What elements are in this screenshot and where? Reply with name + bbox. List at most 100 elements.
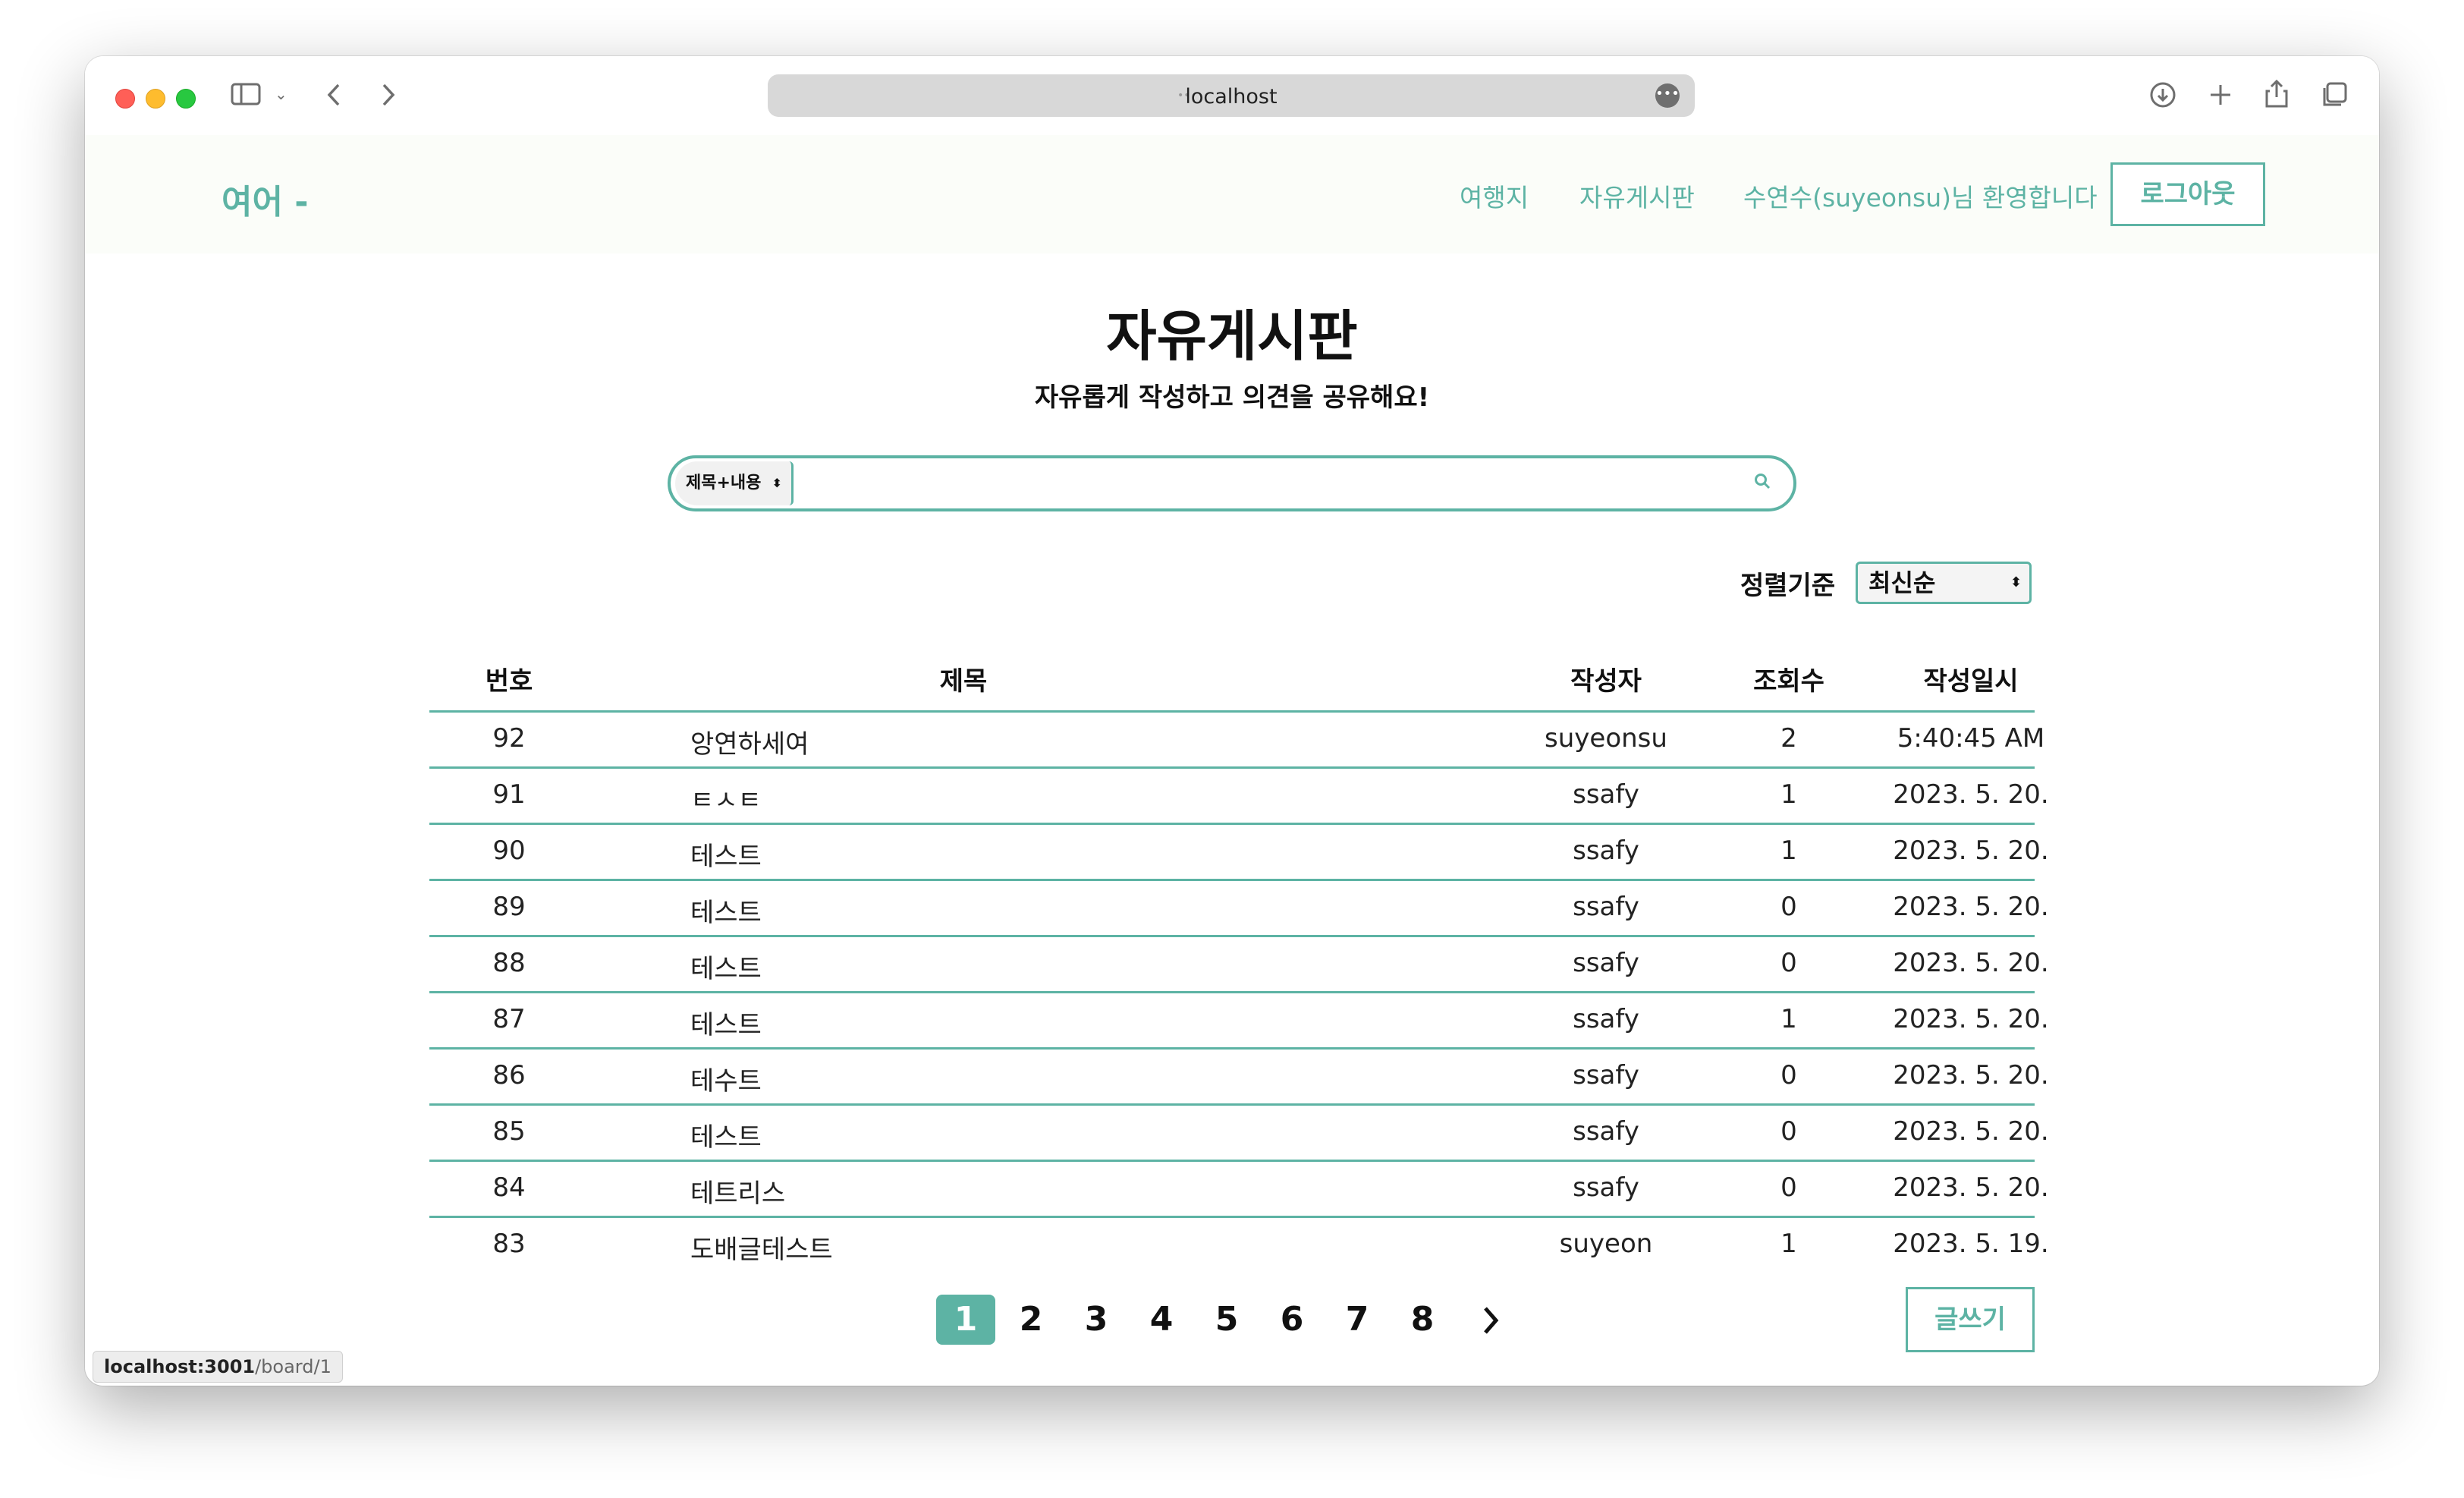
post-author: suyeonsu [1545, 723, 1667, 754]
page-4-button[interactable]: 4 [1132, 1295, 1191, 1345]
search-bar: 제목+내용 ⬍ [668, 455, 1796, 511]
table-header: 번호 제목 작성자 조회수 작성일시 [429, 645, 2035, 713]
post-date: 2023. 5. 19. [1893, 1229, 2049, 1259]
post-number: 83 [492, 1229, 526, 1259]
post-author: ssafy [1573, 1004, 1639, 1034]
page-7-button[interactable]: 7 [1328, 1295, 1387, 1345]
search-icon[interactable] [1754, 472, 1771, 495]
minimize-window-button[interactable] [146, 89, 165, 109]
post-views: 0 [1780, 1060, 1797, 1090]
status-host: localhost:3001 [104, 1356, 256, 1377]
zoom-window-button[interactable] [176, 89, 196, 109]
table-row[interactable]: 85 테스트 ssafy 0 2023. 5. 20. [429, 1106, 2049, 1162]
sort-select[interactable]: 최신순 ⬍ [1856, 562, 2032, 604]
site-logo[interactable]: 여어 - [222, 175, 309, 223]
table-row[interactable]: 88 테스트 ssafy 0 2023. 5. 20. [429, 937, 2049, 993]
welcome-message: 수연수(suyeonsu)님 환영합니다 [1743, 183, 2098, 212]
post-views: 0 [1780, 948, 1797, 978]
page-menu-icon[interactable]: ••• [1655, 83, 1680, 108]
page-6-button[interactable]: 6 [1262, 1295, 1322, 1345]
table-row[interactable]: 83 도배글테스트 suyeon 1 2023. 5. 19. [429, 1218, 2048, 1274]
page-5-button[interactable]: 5 [1197, 1295, 1256, 1345]
address-bar[interactable]: •• localhost ••• [768, 74, 1695, 117]
header-views: 조회수 [1753, 666, 1824, 697]
post-title[interactable]: ㅌㅅㅌ [690, 779, 1449, 817]
status-bar-url: localhost:3001/board/1 [93, 1351, 343, 1383]
post-number: 85 [492, 1116, 526, 1147]
forward-icon[interactable] [379, 82, 398, 110]
back-icon[interactable] [325, 82, 343, 110]
post-date: 2023. 5. 20. [1893, 1116, 2049, 1147]
post-views: 1 [1780, 836, 1797, 866]
post-author: ssafy [1573, 836, 1639, 866]
select-arrows-icon: ⬍ [772, 476, 782, 490]
post-author: ssafy [1573, 1060, 1639, 1090]
download-icon[interactable] [2148, 80, 2177, 112]
write-post-button[interactable]: 글쓰기 [1906, 1287, 2035, 1352]
sort-value: 최신순 [1868, 568, 1936, 597]
post-author: ssafy [1573, 892, 1639, 922]
post-author: ssafy [1573, 948, 1639, 978]
post-date: 2023. 5. 20. [1893, 1060, 2049, 1090]
post-date: 2023. 5. 20. [1893, 892, 2049, 922]
post-title[interactable]: 테스트 [690, 892, 1449, 929]
page-subtitle: 자유롭게 작성하고 의견을 공유해요! [1034, 382, 1430, 413]
tabs-overview-icon[interactable] [2320, 80, 2349, 112]
table-row[interactable]: 86 테수트 ssafy 0 2023. 5. 20. [429, 1050, 2049, 1106]
pagination: 1 2 3 4 5 6 7 8 [85, 1295, 2379, 1348]
next-page-icon[interactable] [1461, 1295, 1520, 1345]
table-row[interactable]: 89 테스트 ssafy 0 2023. 5. 20. [429, 881, 2049, 937]
post-author: ssafy [1573, 1116, 1639, 1147]
search-scope-select[interactable]: 제목+내용 ⬍ [675, 461, 794, 505]
post-title[interactable]: 테트리스 [690, 1172, 1449, 1210]
site-header: 여어 - 여행지 자유게시판 수연수(suyeonsu)님 환영합니다 로그아웃 [85, 135, 2379, 253]
table-row[interactable]: 90 테스트 ssafy 1 2023. 5. 20. [429, 825, 2049, 881]
post-views: 1 [1780, 1004, 1797, 1034]
page-8-button[interactable]: 8 [1393, 1295, 1452, 1345]
post-title[interactable]: 테스트 [690, 1116, 1449, 1153]
post-number: 92 [492, 723, 526, 754]
post-number: 87 [492, 1004, 526, 1034]
post-author: ssafy [1573, 1172, 1639, 1203]
page-title: 자유게시판 [1106, 304, 1358, 368]
post-number: 91 [492, 779, 526, 810]
table-row[interactable]: 92 앙연하세여 suyeonsu 2 5:40:45 AM [429, 713, 2044, 769]
nav-board-link[interactable]: 자유게시판 [1579, 178, 1695, 214]
sidebar-toggle-icon[interactable] [231, 82, 261, 109]
page-1-button[interactable]: 1 [936, 1295, 995, 1345]
post-date: 2023. 5. 20. [1893, 1004, 2049, 1034]
browser-toolbar: ⌄ •• localhost ••• [85, 56, 2379, 135]
header-author: 작성자 [1570, 666, 1642, 697]
page-2-button[interactable]: 2 [1001, 1295, 1061, 1345]
search-input[interactable] [801, 463, 1730, 505]
post-author: ssafy [1573, 779, 1639, 810]
logout-button[interactable]: 로그아웃 [2110, 162, 2265, 226]
table-row[interactable]: 91 ㅌㅅㅌ ssafy 1 2023. 5. 20. [429, 769, 2049, 825]
post-title[interactable]: 테스트 [690, 1004, 1449, 1041]
sort-label: 정렬기준 [1740, 571, 1836, 601]
post-number: 86 [492, 1060, 526, 1090]
browser-window: ⌄ •• localhost ••• 여어 - 여행지 자유게시판 수연수(su… [85, 56, 2379, 1386]
post-title[interactable]: 테수트 [690, 1060, 1449, 1097]
post-number: 90 [492, 836, 526, 866]
table-row[interactable]: 87 테스트 ssafy 1 2023. 5. 20. [429, 993, 2049, 1050]
page-3-button[interactable]: 3 [1067, 1295, 1126, 1345]
post-title[interactable]: 도배글테스트 [690, 1229, 1449, 1266]
post-views: 1 [1780, 1229, 1797, 1259]
post-title[interactable]: 앙연하세여 [690, 723, 1449, 760]
post-date: 2023. 5. 20. [1893, 836, 2049, 866]
post-title[interactable]: 테스트 [690, 836, 1449, 873]
table-row[interactable]: 84 테트리스 ssafy 0 2023. 5. 20. [429, 1162, 2049, 1218]
post-views: 0 [1780, 1172, 1797, 1203]
chevron-down-icon[interactable]: ⌄ [275, 87, 288, 102]
post-date: 5:40:45 AM [1897, 723, 2045, 754]
header-number: 번호 [485, 666, 533, 697]
close-window-button[interactable] [115, 89, 135, 109]
select-arrows-icon: ⬍ [2010, 574, 2022, 590]
nav-destinations-link[interactable]: 여행지 [1460, 178, 1529, 214]
post-date: 2023. 5. 20. [1893, 948, 2049, 978]
post-title[interactable]: 테스트 [690, 948, 1449, 985]
post-views: 1 [1780, 779, 1797, 810]
share-icon[interactable] [2264, 77, 2290, 112]
new-tab-icon[interactable] [2208, 80, 2233, 112]
